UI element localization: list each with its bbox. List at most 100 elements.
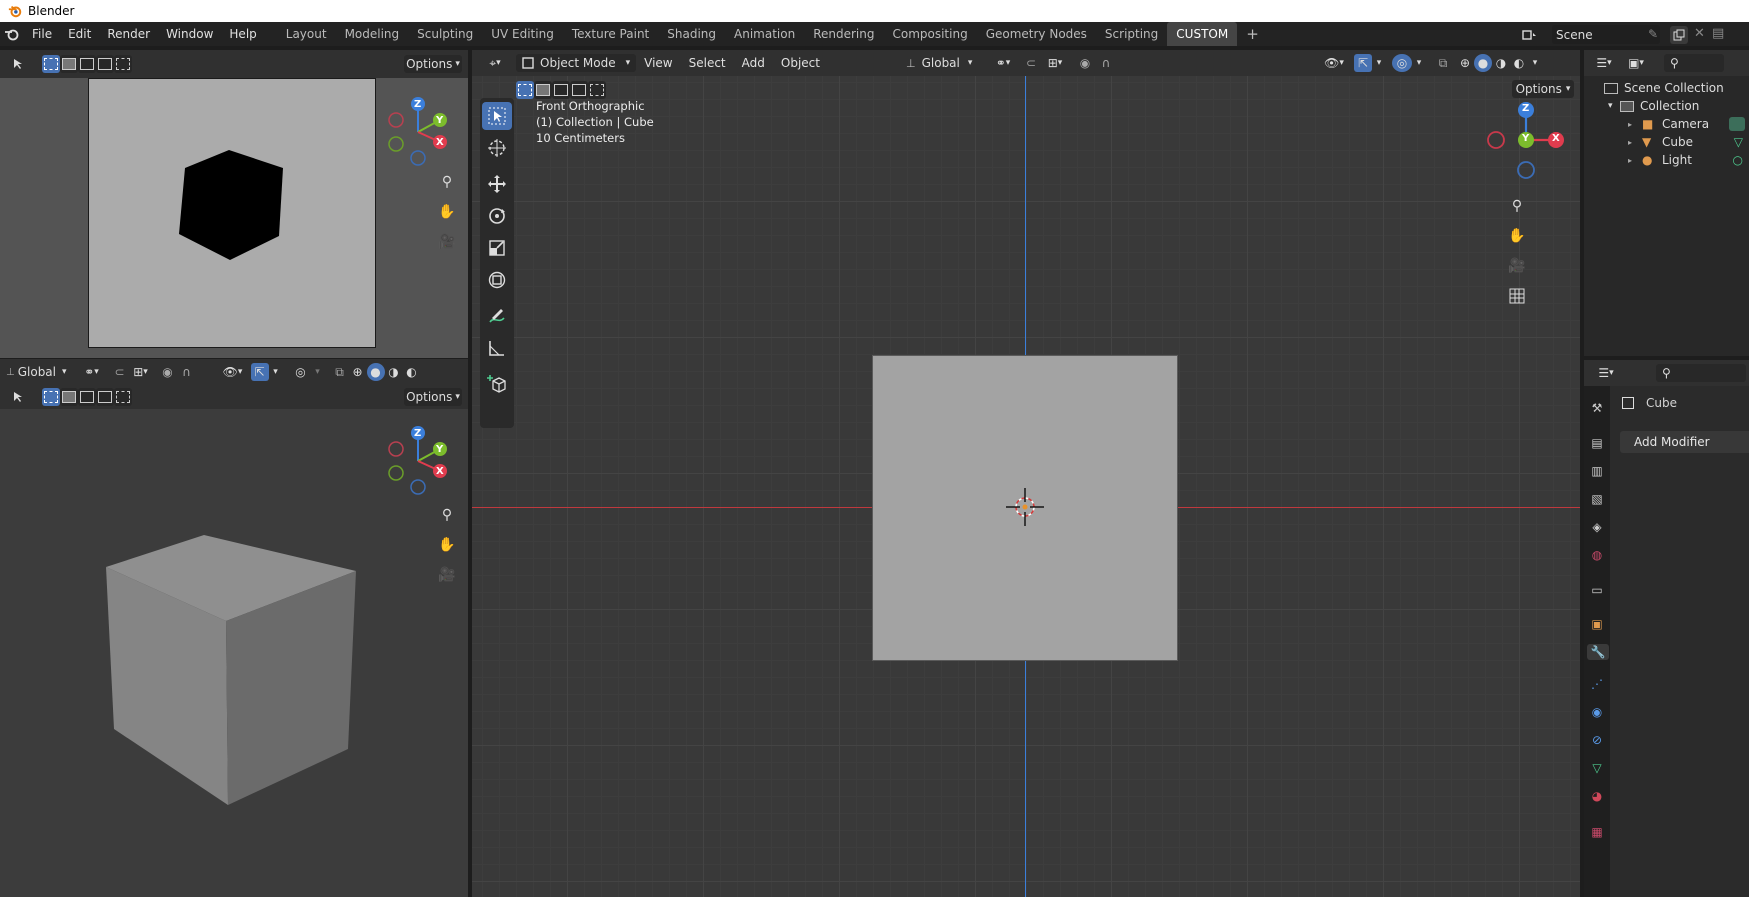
editor-type-icon[interactable]: ⌖ ▾ [480,54,510,72]
expand-arrow-icon[interactable]: ▸ [1628,156,1642,165]
object-menu[interactable]: Object [773,51,828,75]
menu-window[interactable]: Window [158,22,221,46]
visibility-icon[interactable]: 👁 ▾ [1320,54,1348,72]
tab-animation[interactable]: Animation [725,22,804,46]
rotate-tool-icon[interactable] [482,202,512,230]
outliner-editor-type-icon[interactable]: ☰ ▾ [1590,54,1618,72]
tool-tab-icon[interactable]: ⚒ [1589,400,1605,416]
add-menu[interactable]: Add [734,51,773,75]
properties-editor-type-icon[interactable]: ☰ ▾ [1592,364,1620,382]
physics-tab-icon[interactable]: ◉ [1589,704,1605,720]
world-tab-icon[interactable]: ◍ [1589,547,1605,563]
gizmo-dropdown-icon[interactable]: ▾ [1372,54,1386,72]
tab-shading[interactable]: Shading [658,22,725,46]
snap-toggle-icon[interactable]: ⊂ [111,363,129,381]
left-bottom-options-button[interactable]: Options ▾ [404,388,462,406]
falloff-icon[interactable]: ∩ [177,363,197,381]
add-workspace-icon[interactable]: + [1237,22,1268,46]
left-top-options-button[interactable]: Options ▾ [404,55,462,73]
measure-tool-icon[interactable] [482,334,512,362]
view-layer-icon[interactable]: ▤ [1712,26,1724,41]
blender-menu-icon[interactable] [4,26,20,42]
select-mode-new-icon[interactable] [42,388,60,406]
visibility-icon[interactable]: 👁 ▾ [219,363,247,381]
select-mode-invert-icon[interactable] [96,388,114,406]
tab-texture-paint[interactable]: Texture Paint [563,22,658,46]
new-scene-icon[interactable] [1670,26,1688,44]
camera-view-icon[interactable]: 🎥 [435,563,459,587]
particles-tab-icon[interactable]: ⋰ [1589,676,1605,692]
select-tool-icon[interactable] [8,55,28,73]
camera-view-icon[interactable]: 🎥 [1505,254,1529,278]
rendered-shading-icon[interactable]: ◐ [1510,54,1528,72]
tab-scripting[interactable]: Scripting [1096,22,1167,46]
pan-hand-icon[interactable]: ✋ [435,200,459,224]
select-mode-new-icon[interactable] [516,81,534,99]
select-mode-intersect-icon[interactable] [588,81,606,99]
select-mode-new-icon[interactable] [42,55,60,73]
object-tab-icon[interactable]: ▣ [1589,616,1605,632]
constraints-tab-icon[interactable]: ⊘ [1589,732,1605,748]
tab-uv-editing[interactable]: UV Editing [482,22,563,46]
menu-render[interactable]: Render [99,22,158,46]
tab-modeling[interactable]: Modeling [336,22,409,46]
gizmo-dropdown-icon[interactable]: ▾ [269,363,283,381]
modifier-tab-icon[interactable]: 🔧 [1587,644,1609,660]
select-menu[interactable]: Select [681,51,734,75]
zoom-icon[interactable]: ⚲ [435,170,459,194]
scale-tool-icon[interactable] [482,234,512,262]
collection-tab-icon[interactable]: ▭ [1589,582,1605,598]
light-data-icon[interactable]: ○ [1733,153,1743,167]
delete-scene-icon[interactable]: ✕ [1694,26,1705,41]
properties-search-icon[interactable]: ⚲ [1656,364,1746,382]
add-cube-tool-icon[interactable] [482,370,512,398]
solid-shading-icon[interactable]: ● [1474,54,1492,72]
select-mode-subtract-icon[interactable] [552,81,570,99]
ortho-grid-icon[interactable] [1505,284,1529,308]
scene-type-icon[interactable] [1520,26,1540,44]
outliner-item-light[interactable]: ▸ ● Light ○ [1628,151,1749,169]
tab-custom[interactable]: CUSTOM [1167,22,1238,46]
annotate-tool-icon[interactable] [482,302,512,330]
select-mode-invert-icon[interactable] [96,55,114,73]
move-tool-icon[interactable] [482,170,512,198]
select-mode-extend-icon[interactable] [60,55,78,73]
camera-viewport[interactable]: Z Y X ⚲ ✋ 🎥 [0,78,468,358]
display-mode-icon[interactable]: ▣ ▾ [1622,54,1650,72]
proportional-edit-icon[interactable]: ◉ [1076,54,1094,72]
falloff-icon[interactable]: ∩ [1096,54,1116,72]
overlay-toggle-icon[interactable]: ◎ [1392,54,1412,72]
wireframe-shading-icon[interactable]: ⊕ [349,363,367,381]
render-tab-icon[interactable]: ▤ [1589,435,1605,451]
zoom-icon[interactable]: ⚲ [435,503,459,527]
left-bottom-orientation-dropdown[interactable]: ⊥ Global ▾ [4,363,69,381]
transform-orientation-dropdown[interactable]: ⊥ Global ▾ [902,54,976,72]
mode-dropdown[interactable]: Object Mode ▾ [516,54,637,72]
wireframe-shading-icon[interactable]: ⊕ [1456,54,1474,72]
tab-geometry-nodes[interactable]: Geometry Nodes [977,22,1096,46]
scene-collection-row[interactable]: Scene Collection [1604,79,1724,97]
scene-tab-icon[interactable]: ◈ [1589,519,1605,535]
overlay-toggle-icon[interactable]: ◎ [291,363,311,381]
select-mode-subtract-icon[interactable] [78,55,96,73]
select-mode-extend-icon[interactable] [60,388,78,406]
gizmo-toggle-icon[interactable]: ⇱ [250,363,269,381]
select-box-tool-icon[interactable] [482,102,512,130]
collection-row[interactable]: ▾ Collection [1608,97,1699,115]
pan-hand-icon[interactable]: ✋ [435,533,459,557]
data-tab-icon[interactable]: ▽ [1589,760,1605,776]
menu-edit[interactable]: Edit [60,22,99,46]
snap-increment-icon[interactable]: ⊞ ▾ [129,363,153,381]
material-shading-icon[interactable]: ◑ [1492,54,1510,72]
rendered-shading-icon[interactable]: ◐ [403,363,421,381]
outliner-item-cube[interactable]: ▸ ▼ Cube ▽ [1628,133,1749,151]
overlay-dropdown-icon[interactable]: ▾ [1412,54,1426,72]
snap-increment-icon[interactable]: ⊞ ▾ [1042,54,1068,72]
select-mode-extend-icon[interactable] [534,81,552,99]
xray-icon[interactable]: ⧉ [1434,54,1452,72]
transform-tool-icon[interactable] [482,266,512,294]
material-shading-icon[interactable]: ◑ [385,363,403,381]
pivot-point-icon[interactable]: ⚭ ▾ [988,54,1018,72]
add-modifier-button[interactable]: Add Modifier [1620,431,1749,453]
overlay-dropdown-icon[interactable]: ▾ [311,363,325,381]
